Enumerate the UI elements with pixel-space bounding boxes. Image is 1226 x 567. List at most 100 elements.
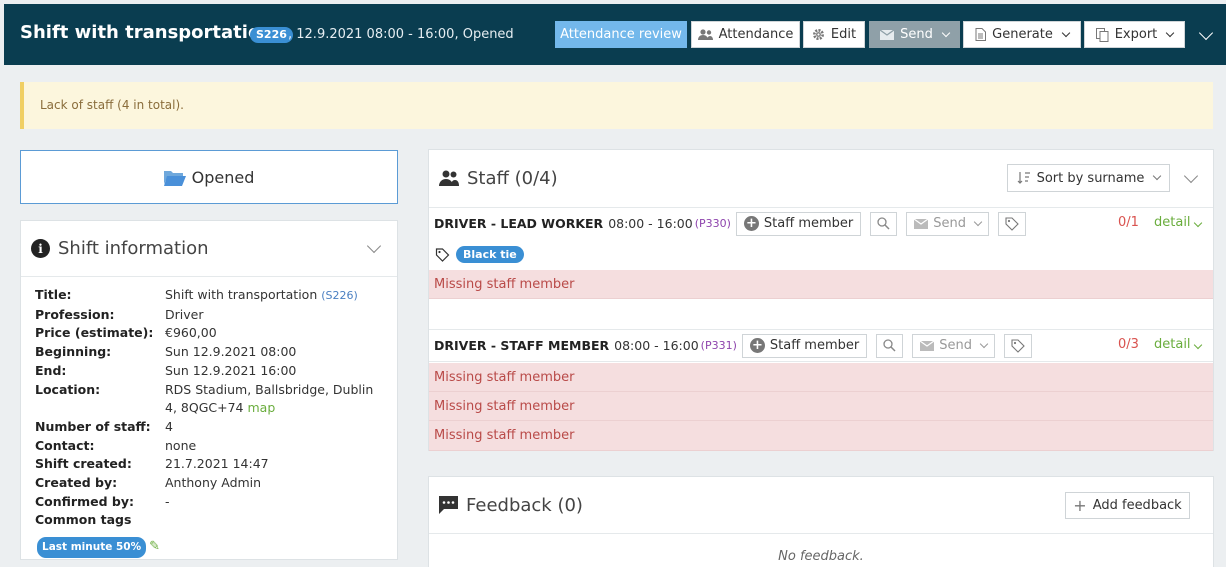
info-icon: i xyxy=(31,239,50,258)
add-staff-member-button[interactable]: + Staff member xyxy=(735,211,862,236)
info-label: Confirmed by: xyxy=(35,493,134,509)
send-button[interactable]: Send xyxy=(906,211,989,236)
info-value xyxy=(165,511,385,530)
info-label: Contact: xyxy=(35,437,95,453)
chevron-down-icon[interactable] xyxy=(366,238,382,254)
no-feedback-text: No feedback. xyxy=(778,549,864,564)
sort-label: Sort by surname xyxy=(1036,170,1145,186)
header-collapse-icon[interactable] xyxy=(1200,28,1212,40)
page-subtitle: , 12.9.2021 08:00 - 16:00, Opened xyxy=(288,27,514,42)
info-row-created-by: Created by: Anthony Admin xyxy=(35,474,385,493)
status-box[interactable]: Opened xyxy=(20,150,398,204)
info-label: End: xyxy=(35,362,67,378)
page-header: Shift with transportation S226 , 12.9.20… xyxy=(4,4,1226,65)
position-header: DRIVER - LEAD WORKER 08:00 - 16:00 (P330… xyxy=(429,207,1213,239)
info-value: 21.7.2021 14:47 xyxy=(165,456,269,472)
feedback-title: Feedback (0) xyxy=(466,494,583,516)
comment-icon xyxy=(439,496,458,514)
position-header: DRIVER - STAFF MEMBER 08:00 - 16:00 (P33… xyxy=(429,329,1213,362)
info-row-end: End: Sun 12.9.2021 16:00 xyxy=(35,362,385,381)
send-button[interactable]: Send xyxy=(912,333,995,358)
plus-icon: + xyxy=(1073,495,1087,515)
missing-staff-text: Missing staff member xyxy=(434,277,575,292)
position-code-link[interactable]: (P330) xyxy=(695,217,731,230)
chevron-down-icon xyxy=(1061,28,1071,37)
folder-open-icon xyxy=(163,170,186,186)
sort-dropdown[interactable]: Sort by surname xyxy=(1007,164,1170,192)
info-label: Common tags xyxy=(35,512,132,528)
info-value: 4 xyxy=(165,418,173,434)
tag-button[interactable] xyxy=(1003,333,1032,358)
chevron-down-icon xyxy=(1193,340,1202,350)
shift-information-rows: Title: Shift with transportation (S226) … xyxy=(35,286,385,558)
shift-code-badge[interactable]: S226 xyxy=(250,27,293,43)
detail-link[interactable]: detail xyxy=(1154,337,1202,352)
envelope-icon xyxy=(914,218,929,229)
missing-staff-row[interactable]: Missing staff member xyxy=(429,421,1213,451)
chevron-down-icon xyxy=(973,217,983,226)
missing-staff-text: Missing staff member xyxy=(434,370,575,385)
shift-information-header[interactable]: i Shift information xyxy=(21,221,397,277)
staff-title: Staff (0/4) xyxy=(467,167,558,189)
info-value: Driver xyxy=(165,306,204,322)
send-label: Send xyxy=(939,338,972,353)
position-name: DRIVER - STAFF MEMBER xyxy=(434,338,610,353)
missing-staff-text: Missing staff member xyxy=(434,428,575,443)
people-icon xyxy=(439,170,459,186)
tag-badge: Last minute 50% xyxy=(37,537,147,558)
send-dropdown-button[interactable]: Send xyxy=(869,21,960,48)
search-button[interactable] xyxy=(876,333,904,358)
common-tags-list: Last minute 50% ✎ xyxy=(37,537,385,558)
plus-circle-icon: + xyxy=(749,338,765,353)
chevron-down-icon xyxy=(941,28,951,37)
add-staff-member-label: Staff member xyxy=(763,216,854,231)
map-link[interactable]: map xyxy=(247,400,275,415)
missing-staff-row[interactable]: Missing staff member xyxy=(429,392,1213,421)
tag-button[interactable] xyxy=(998,211,1026,236)
add-feedback-button[interactable]: + Add feedback xyxy=(1065,492,1190,519)
export-dropdown-button[interactable]: Export xyxy=(1084,21,1185,48)
info-label: Beginning: xyxy=(35,344,112,360)
position-code-link[interactable]: (P331) xyxy=(701,339,737,352)
chevron-down-icon xyxy=(1193,218,1202,228)
chevron-down-icon xyxy=(1166,28,1175,37)
shift-code-link[interactable]: (S226) xyxy=(321,289,358,302)
info-value: none xyxy=(165,437,197,453)
info-value: €960,00 xyxy=(165,325,217,341)
missing-staff-row[interactable]: Missing staff member xyxy=(429,270,1213,299)
generate-dropdown-button[interactable]: Generate xyxy=(963,21,1081,48)
search-button[interactable] xyxy=(870,211,898,236)
edit-label: Edit xyxy=(830,27,857,42)
attendance-button[interactable]: Attendance xyxy=(691,21,800,48)
edit-button[interactable]: Edit xyxy=(803,21,865,48)
attendance-review-button[interactable]: Attendance review xyxy=(555,21,687,48)
info-label: Price (estimate): xyxy=(35,325,154,341)
position-time: 08:00 - 16:00 xyxy=(608,216,693,231)
detail-label: detail xyxy=(1154,215,1191,230)
info-row-price: Price (estimate): €960,00 xyxy=(35,324,385,343)
document-icon xyxy=(975,28,987,41)
send-label: Send xyxy=(933,216,966,231)
detail-link[interactable]: detail xyxy=(1154,215,1202,230)
lack-of-staff-alert: Lack of staff (4 in total). xyxy=(20,82,1213,129)
feedback-panel: Feedback (0) + Add feedback No feedback. xyxy=(428,476,1214,567)
staff-count: 0/3 xyxy=(1118,337,1139,352)
detail-label: detail xyxy=(1154,337,1191,352)
info-label: Shift created: xyxy=(35,456,132,472)
missing-staff-row[interactable]: Missing staff member xyxy=(429,363,1213,392)
info-row-beginning: Beginning: Sun 12.9.2021 08:00 xyxy=(35,343,385,362)
sort-icon xyxy=(1017,172,1030,184)
chevron-down-icon xyxy=(1153,171,1162,181)
tag-icon xyxy=(1005,216,1019,231)
status-label: Opened xyxy=(191,167,255,187)
pencil-icon[interactable]: ✎ xyxy=(149,538,160,557)
add-staff-member-button[interactable]: + Staff member xyxy=(741,333,868,358)
generate-label: Generate xyxy=(992,27,1053,42)
info-value: Shift with transportation xyxy=(165,287,318,302)
info-label: Created by: xyxy=(35,475,118,491)
missing-staff-text: Missing staff member xyxy=(434,399,575,414)
tag-badge: Black tie xyxy=(456,246,524,263)
page-title: Shift with transportation xyxy=(20,22,274,43)
info-value: Anthony Admin xyxy=(165,475,262,491)
info-row-profession: Profession: Driver xyxy=(35,306,385,325)
